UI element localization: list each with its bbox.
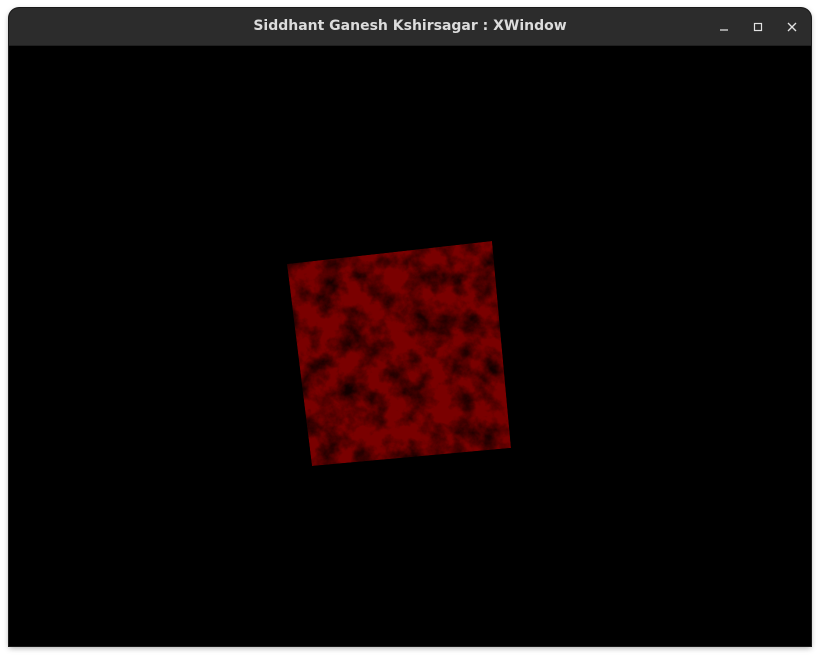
close-icon: [787, 22, 797, 32]
minimize-icon: [720, 29, 728, 31]
minimize-button[interactable]: [713, 16, 735, 38]
maximize-icon: [753, 22, 763, 32]
window-title: Siddhant Ganesh Kshirsagar : XWindow: [253, 18, 567, 34]
textured-square: [287, 241, 511, 466]
render-canvas[interactable]: [9, 46, 811, 646]
maximize-button[interactable]: [747, 16, 769, 38]
title-bar[interactable]: Siddhant Ganesh Kshirsagar : XWindow: [9, 8, 811, 46]
app-window: Siddhant Ganesh Kshirsagar : XWindow: [9, 8, 811, 646]
close-button[interactable]: [781, 16, 803, 38]
